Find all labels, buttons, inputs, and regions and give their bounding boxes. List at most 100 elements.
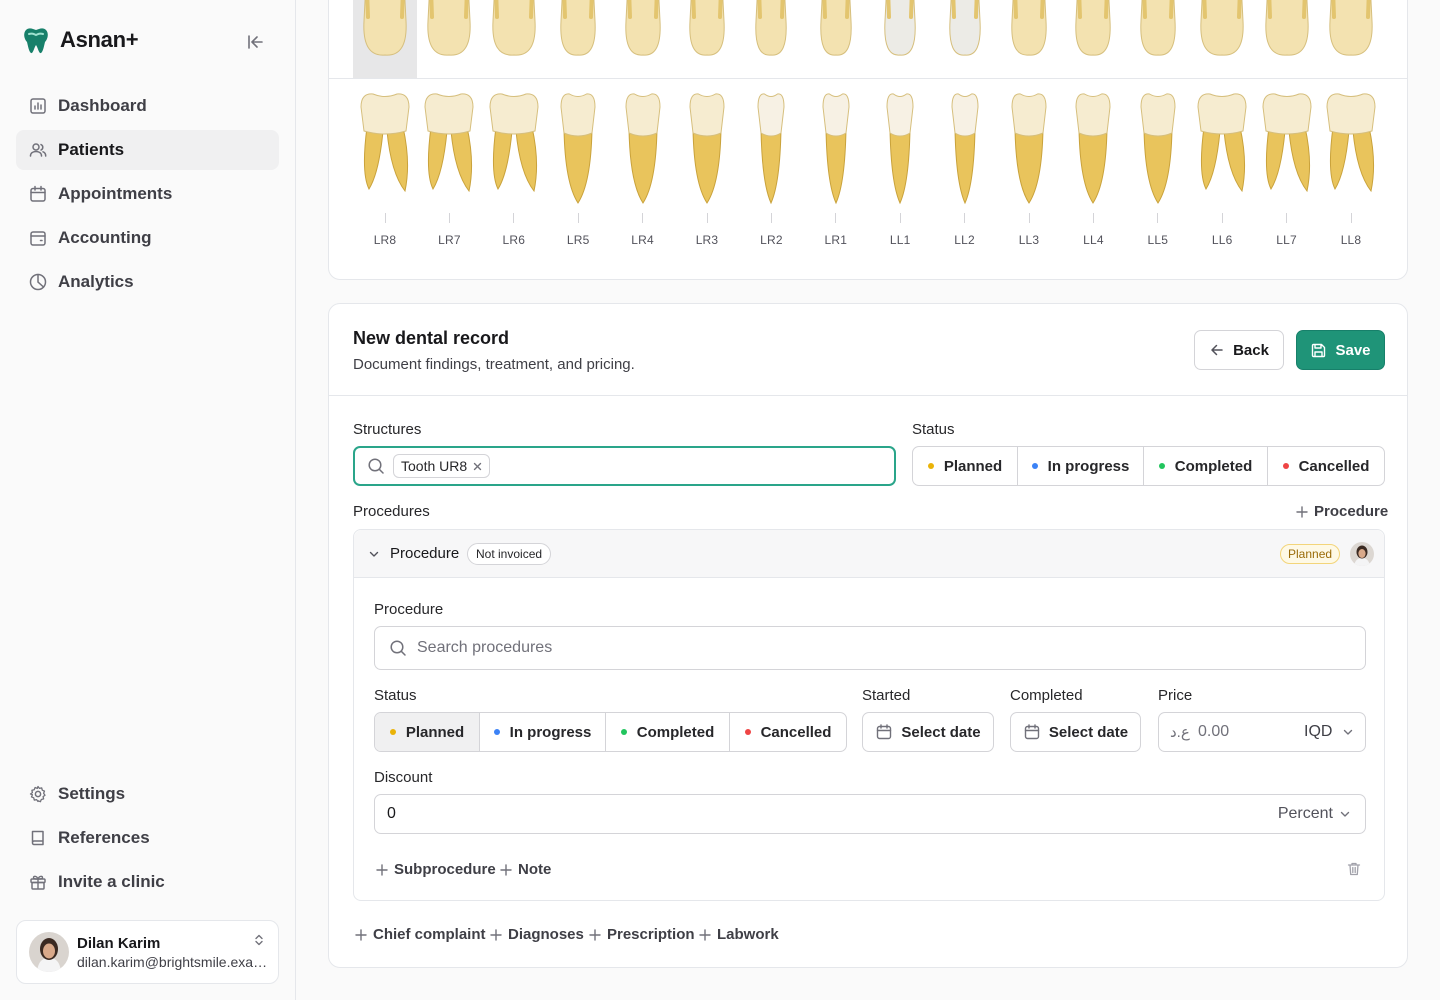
tooth-label: LR4 xyxy=(631,233,654,247)
save-button[interactable]: Save xyxy=(1296,330,1385,370)
calendar-icon xyxy=(1023,723,1041,741)
lower-tooth[interactable]: LL6 xyxy=(1190,93,1254,247)
tooth-label: LL5 xyxy=(1147,233,1169,247)
lower-tooth[interactable]: LR1 xyxy=(804,93,868,247)
lower-tooth[interactable]: LL4 xyxy=(1061,93,1125,247)
upper-tooth[interactable] xyxy=(1319,0,1383,59)
upper-tooth[interactable] xyxy=(1061,0,1125,59)
upper-tooth[interactable] xyxy=(1190,0,1254,59)
completed-date-picker[interactable]: Select date xyxy=(1010,712,1141,752)
lower-tooth[interactable]: LR4 xyxy=(611,93,675,247)
add-prescription-button[interactable]: Prescription xyxy=(589,926,695,943)
remove-chip-icon[interactable] xyxy=(473,462,482,471)
nav-item-appointments[interactable]: Appointments xyxy=(16,174,279,214)
procedure-card: Procedure Not invoiced Planned Procedure… xyxy=(353,529,1385,901)
procedure-card-header[interactable]: Procedure Not invoiced Planned xyxy=(354,530,1384,578)
upper-tooth[interactable] xyxy=(868,0,932,59)
procedure-search-input[interactable]: Search procedures xyxy=(374,626,1366,670)
nav-item-dashboard[interactable]: Dashboard xyxy=(16,86,279,126)
upper-tooth[interactable] xyxy=(997,0,1061,59)
status-dot xyxy=(927,463,934,469)
status-option-label: Completed xyxy=(1174,457,1253,475)
status-option-label: Cancelled xyxy=(760,723,832,741)
search-icon xyxy=(367,457,385,475)
brand-name: Asnan+ xyxy=(60,27,139,52)
chevron-up-down-icon xyxy=(252,933,266,947)
lower-tooth[interactable]: LR2 xyxy=(739,93,803,247)
procedure-status-in-progress[interactable]: In progress xyxy=(480,713,606,751)
nav-item-settings[interactable]: Settings xyxy=(16,774,279,814)
lower-tooth[interactable]: LL5 xyxy=(1126,93,1190,247)
tooth-label: LR1 xyxy=(824,233,848,247)
tooth-tick xyxy=(770,213,772,223)
discount-unit-select[interactable]: Percent xyxy=(1278,805,1351,823)
add-subprocedure-button[interactable]: Subprocedure xyxy=(376,861,496,878)
upper-tooth[interactable] xyxy=(933,0,997,59)
upper-tooth[interactable] xyxy=(1126,0,1190,59)
nav-item-accounting[interactable]: Accounting xyxy=(16,218,279,258)
currency-prefix: ع.د xyxy=(1170,724,1190,741)
wallet-icon xyxy=(28,228,48,248)
upper-tooth[interactable] xyxy=(417,0,481,59)
nav-label: Invite a clinic xyxy=(58,872,165,891)
upper-tooth[interactable] xyxy=(804,0,868,59)
footer-link-label: Chief complaint xyxy=(373,926,486,943)
form-title: New dental record xyxy=(353,328,510,348)
lower-tooth[interactable]: LR7 xyxy=(417,93,481,247)
procedure-status-planned[interactable]: Planned xyxy=(375,713,480,751)
status-option-completed[interactable]: Completed xyxy=(1144,447,1268,485)
currency-select[interactable]: IQD xyxy=(1304,723,1354,741)
trash-icon[interactable] xyxy=(1346,861,1362,877)
upper-tooth[interactable] xyxy=(353,0,417,59)
nav-item-references[interactable]: References xyxy=(16,818,279,858)
add-chief-complaint-button[interactable]: Chief complaint xyxy=(355,926,486,943)
nav-item-invite[interactable]: Invite a clinic xyxy=(16,862,279,902)
add-labwork-button[interactable]: Labwork xyxy=(699,926,779,943)
status-option-in-progress[interactable]: In progress xyxy=(1018,447,1144,485)
add-procedure-label: Procedure xyxy=(1314,503,1389,520)
upper-tooth[interactable] xyxy=(739,0,803,59)
completed-date-value: Select date xyxy=(1048,723,1129,741)
upper-tooth[interactable] xyxy=(1255,0,1319,59)
status-label: Status xyxy=(912,421,955,438)
structures-input[interactable]: Tooth UR8 xyxy=(353,446,896,486)
discount-input[interactable]: 0 Percent xyxy=(374,794,1366,834)
upper-tooth[interactable] xyxy=(611,0,675,59)
nav-label: References xyxy=(58,828,150,847)
back-button[interactable]: Back xyxy=(1194,330,1284,370)
tooth-label: LR3 xyxy=(695,233,719,247)
status-dot xyxy=(744,729,751,735)
add-note-button[interactable]: Note xyxy=(500,861,551,878)
nav-label: Analytics xyxy=(58,272,134,291)
upper-tooth[interactable] xyxy=(675,0,739,59)
plus-icon xyxy=(355,928,367,941)
lower-tooth[interactable]: LL8 xyxy=(1319,93,1383,247)
lower-tooth[interactable]: LR8 xyxy=(353,93,417,247)
price-input[interactable]: ع.د 0.00 IQD xyxy=(1158,712,1366,752)
status-option-cancelled[interactable]: Cancelled xyxy=(1268,447,1384,485)
lower-tooth[interactable]: LR5 xyxy=(546,93,610,247)
tooth-label: LR8 xyxy=(373,233,397,247)
upper-tooth[interactable] xyxy=(482,0,546,59)
lower-tooth[interactable]: LL7 xyxy=(1255,93,1319,247)
lower-tooth[interactable]: LL3 xyxy=(997,93,1061,247)
procedure-status-completed[interactable]: Completed xyxy=(606,713,730,751)
nav-item-patients[interactable]: Patients xyxy=(16,130,279,170)
add-diagnoses-button[interactable]: Diagnoses xyxy=(490,926,584,943)
upper-tooth[interactable] xyxy=(546,0,610,59)
lower-tooth[interactable]: LL1 xyxy=(868,93,932,247)
lower-tooth[interactable]: LL2 xyxy=(933,93,997,247)
brand-logo[interactable]: Asnan+ xyxy=(20,24,139,56)
lower-tooth[interactable]: LR3 xyxy=(675,93,739,247)
nav-item-analytics[interactable]: Analytics xyxy=(16,262,279,302)
status-option-planned[interactable]: Planned xyxy=(913,447,1018,485)
chevron-down-icon[interactable] xyxy=(368,548,380,560)
collapse-sidebar-button[interactable] xyxy=(244,30,268,54)
started-date-picker[interactable]: Select date xyxy=(862,712,994,752)
procedure-status-cancelled[interactable]: Cancelled xyxy=(730,713,846,751)
tooth-tick xyxy=(964,213,966,223)
user-menu[interactable]: Dilan Karim dilan.karim@brightsmile.exam… xyxy=(16,920,279,984)
calendar-icon xyxy=(28,184,48,204)
lower-tooth[interactable]: LR6 xyxy=(482,93,546,247)
add-procedure-button[interactable]: Procedure xyxy=(1296,503,1388,520)
